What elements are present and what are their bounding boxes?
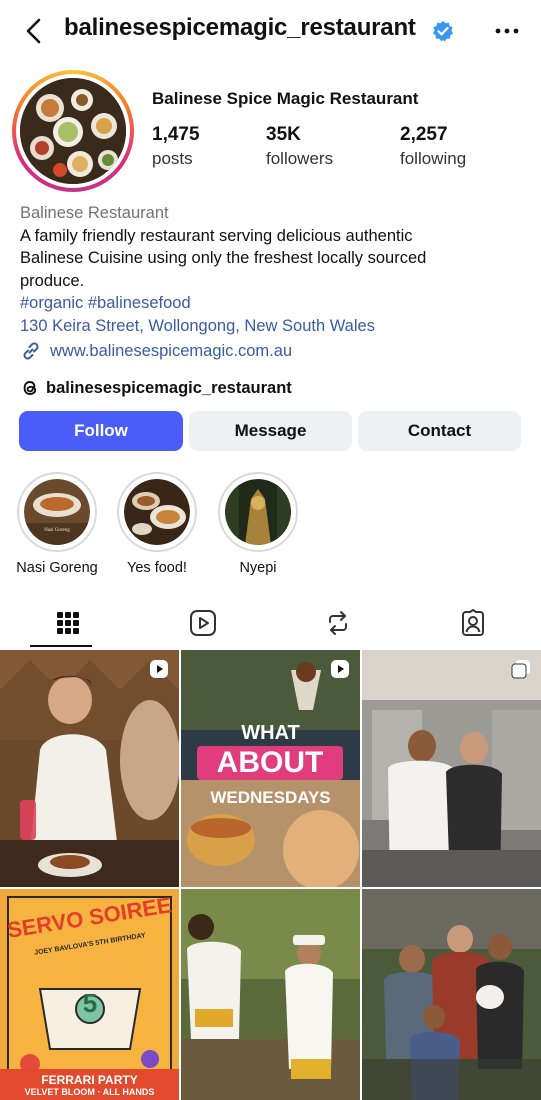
- tab-reposts[interactable]: [270, 600, 405, 646]
- reel-badge-icon: [331, 660, 349, 678]
- post-caption-line: FERRARI PARTY: [41, 1073, 138, 1087]
- link-icon: [23, 342, 39, 360]
- highlight-label: Yes food!: [127, 560, 187, 576]
- bio-hashtags[interactable]: #organic #balinesefood: [20, 292, 530, 315]
- highlight-label: Nyepi: [239, 560, 277, 576]
- posts-count: 1,475: [152, 124, 200, 145]
- contact-button[interactable]: Contact: [358, 411, 521, 451]
- active-tab-indicator: [30, 645, 92, 647]
- post-grid: WHAT ABOUT WEDNESDAYS SERVO SOIREE JOEY …: [0, 650, 541, 1100]
- stat-followers[interactable]: 35K followers: [266, 124, 333, 169]
- followers-count: 35K: [266, 124, 301, 145]
- threads-icon: [23, 381, 37, 395]
- verified-badge-icon: [433, 21, 453, 42]
- profile-avatar[interactable]: [12, 70, 134, 192]
- follow-button[interactable]: Follow: [19, 411, 183, 451]
- avatar-image: [20, 78, 126, 184]
- website-link[interactable]: www.balinesespicemagic.com.au: [20, 340, 292, 362]
- highlight-label: Nasi Goreng: [16, 560, 98, 576]
- post-tile[interactable]: [181, 889, 360, 1100]
- stat-following[interactable]: 2,257 following: [400, 124, 466, 169]
- reels-icon: [189, 610, 216, 636]
- threads-link[interactable]: balinesespicemagic_restaurant: [20, 377, 292, 399]
- highlight-nyepi[interactable]: Nyepi: [213, 472, 303, 576]
- tagged-icon: [461, 609, 484, 636]
- post-tile[interactable]: SERVO SOIREE JOEY BAVLOVA'S 5TH BIRTHDAY…: [0, 889, 179, 1100]
- post-caption-line: ABOUT: [197, 746, 343, 780]
- post-caption-line: WHAT: [241, 722, 300, 744]
- post-tile[interactable]: [362, 650, 541, 887]
- top-bar: balinesespicemagic_restaurant: [0, 0, 541, 62]
- threads-handle: balinesespicemagic_restaurant: [46, 378, 292, 397]
- posts-label: posts: [152, 149, 193, 168]
- carousel-badge-icon: [511, 660, 530, 679]
- post-image: [0, 650, 179, 887]
- profile-tabs: [0, 600, 541, 648]
- more-horizontal-icon[interactable]: [494, 20, 520, 42]
- highlight-image: Nasi Goreng: [24, 479, 90, 545]
- bio-line-3: produce.: [20, 271, 85, 290]
- reposts-icon: [328, 611, 347, 635]
- tab-posts-grid[interactable]: [0, 600, 135, 646]
- following-count: 2,257: [400, 124, 448, 145]
- post-image: [362, 889, 541, 1100]
- post-caption-line: 5: [82, 988, 98, 1018]
- post-tile[interactable]: [0, 650, 179, 887]
- post-image: [362, 650, 541, 887]
- highlight-nasi-goreng[interactable]: Nasi Goreng Nasi Goreng: [12, 472, 102, 576]
- followers-label: followers: [266, 149, 334, 168]
- profile-category: Balinese Restaurant: [20, 204, 169, 222]
- post-image: [181, 889, 360, 1100]
- display-name: Balinese Spice Magic Restaurant: [152, 89, 419, 108]
- post-caption-line: WEDNESDAYS: [210, 788, 331, 807]
- highlight-image: [225, 479, 291, 545]
- bio-line-1: A family friendly restaurant serving del…: [20, 226, 413, 245]
- tab-reels[interactable]: [135, 600, 270, 646]
- bio-line-2: Balinese Cuisine using only the freshest…: [20, 249, 427, 267]
- website-url: www.balinesespicemagic.com.au: [50, 341, 293, 360]
- chevron-left-icon[interactable]: [22, 16, 44, 46]
- stat-posts[interactable]: 1,475 posts: [152, 124, 200, 169]
- grid-icon: [56, 612, 79, 634]
- svg-text:Nasi Goreng: Nasi Goreng: [44, 528, 70, 533]
- reel-badge-icon: [150, 660, 168, 678]
- highlight-image: [124, 479, 190, 545]
- post-tile[interactable]: [362, 889, 541, 1100]
- following-label: following: [400, 149, 467, 168]
- message-button[interactable]: Message: [189, 411, 352, 451]
- tab-tagged[interactable]: [405, 600, 540, 646]
- post-caption-line: VELVET BLOOM · ALL HANDS: [24, 1087, 155, 1097]
- bio-address[interactable]: 130 Keira Street, Wollongong, New South …: [20, 315, 530, 338]
- post-tile[interactable]: WHAT ABOUT WEDNESDAYS: [181, 650, 360, 887]
- profile-username: balinesespicemagic_restaurant: [64, 14, 416, 41]
- highlight-yes-food[interactable]: Yes food!: [112, 472, 202, 576]
- profile-bio: Balinese Restaurant A family friendly re…: [20, 202, 530, 337]
